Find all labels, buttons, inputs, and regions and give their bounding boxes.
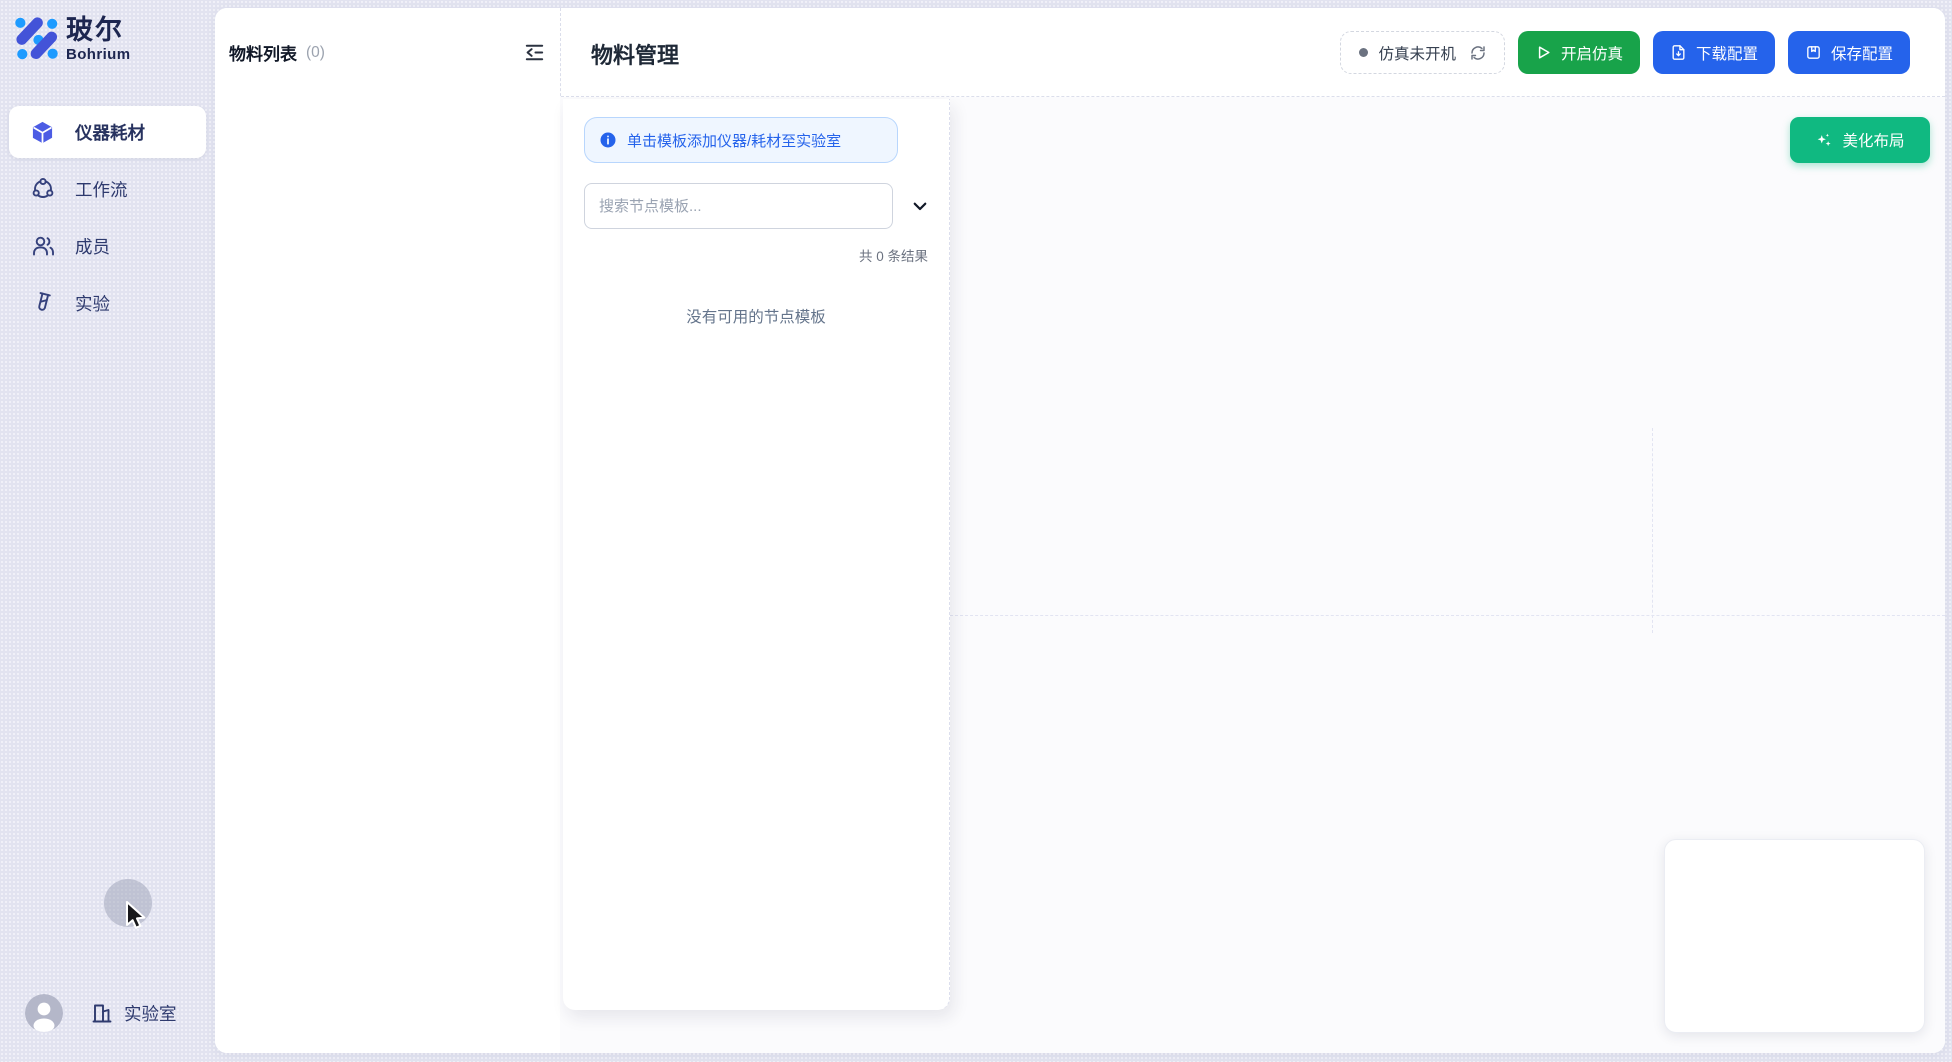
- sidebar: 玻尔 Bohrium 仪器耗材 工作流: [0, 0, 215, 1062]
- start-simulation-button[interactable]: 开启仿真: [1518, 31, 1640, 74]
- template-result-count: 共 0 条结果: [859, 245, 928, 265]
- simulation-status-badge: 仿真未开机: [1340, 31, 1505, 74]
- bohrium-logo-icon: [13, 14, 60, 61]
- workspace-canvas[interactable]: 单击模板添加仪器/耗材至实验室 共 0 条结果 没有可用的节点模板 美化布局: [560, 97, 1945, 1053]
- beautify-layout-button[interactable]: 美化布局: [1790, 117, 1930, 163]
- file-download-icon: [1670, 44, 1687, 61]
- brand-logo: 玻尔 Bohrium: [13, 14, 130, 63]
- page-header: 物料管理 仿真未开机 开启仿真 下载配置: [561, 8, 1945, 97]
- building-icon: [90, 1001, 114, 1025]
- status-dot: [1359, 48, 1368, 57]
- status-label: 仿真未开机: [1378, 42, 1456, 64]
- brand-name-cn: 玻尔: [66, 14, 130, 46]
- materials-list-panel: 物料列表 (0): [215, 8, 560, 1053]
- sidebar-nav: 仪器耗材 工作流 成员: [9, 106, 206, 334]
- refresh-icon[interactable]: [1470, 45, 1486, 61]
- page-title: 物料管理: [591, 38, 679, 70]
- menu-fold-icon[interactable]: [523, 41, 546, 64]
- play-icon: [1535, 44, 1552, 61]
- save-icon: [1805, 44, 1822, 61]
- template-hint-text: 单击模板添加仪器/耗材至实验室: [627, 130, 841, 151]
- template-search-input[interactable]: [584, 183, 893, 229]
- workflow-icon: [30, 177, 55, 202]
- lab-label[interactable]: 实验室: [124, 1001, 177, 1026]
- template-panel: 单击模板添加仪器/耗材至实验室 共 0 条结果 没有可用的节点模板: [563, 99, 950, 1010]
- sidebar-item-instruments[interactable]: 仪器耗材: [9, 106, 206, 158]
- canvas-guide-horizontal: [950, 615, 1945, 616]
- template-hint-alert: 单击模板添加仪器/耗材至实验室: [584, 117, 898, 163]
- info-icon: [599, 131, 617, 149]
- canvas-guide-vertical: [1652, 428, 1653, 633]
- sidebar-item-experiments[interactable]: 实验: [9, 277, 206, 329]
- chevron-down-icon[interactable]: [911, 197, 929, 215]
- sidebar-item-label: 实验: [75, 291, 110, 316]
- save-config-button[interactable]: 保存配置: [1788, 31, 1910, 74]
- sidebar-item-label: 成员: [75, 234, 110, 259]
- sidebar-footer: 实验室: [0, 993, 215, 1033]
- cube-icon: [30, 120, 55, 145]
- brand-name-en: Bohrium: [66, 46, 130, 63]
- minimap-panel[interactable]: [1664, 839, 1925, 1033]
- sidebar-item-label: 工作流: [75, 177, 128, 202]
- materials-list-count: (0): [306, 44, 325, 62]
- download-config-button[interactable]: 下载配置: [1653, 31, 1775, 74]
- template-empty-text: 没有可用的节点模板: [563, 305, 949, 327]
- main-window: 物料列表 (0) 物料管理 仿真未开机 开启仿真: [215, 8, 1945, 1053]
- sidebar-item-workflow[interactable]: 工作流: [9, 163, 206, 215]
- test-tube-icon: [30, 291, 55, 316]
- materials-list-title: 物料列表: [229, 40, 297, 65]
- avatar[interactable]: [25, 994, 63, 1032]
- sparkles-icon: [1815, 131, 1833, 149]
- sidebar-item-label: 仪器耗材: [75, 120, 145, 145]
- sidebar-item-members[interactable]: 成员: [9, 220, 206, 272]
- users-icon: [30, 234, 55, 259]
